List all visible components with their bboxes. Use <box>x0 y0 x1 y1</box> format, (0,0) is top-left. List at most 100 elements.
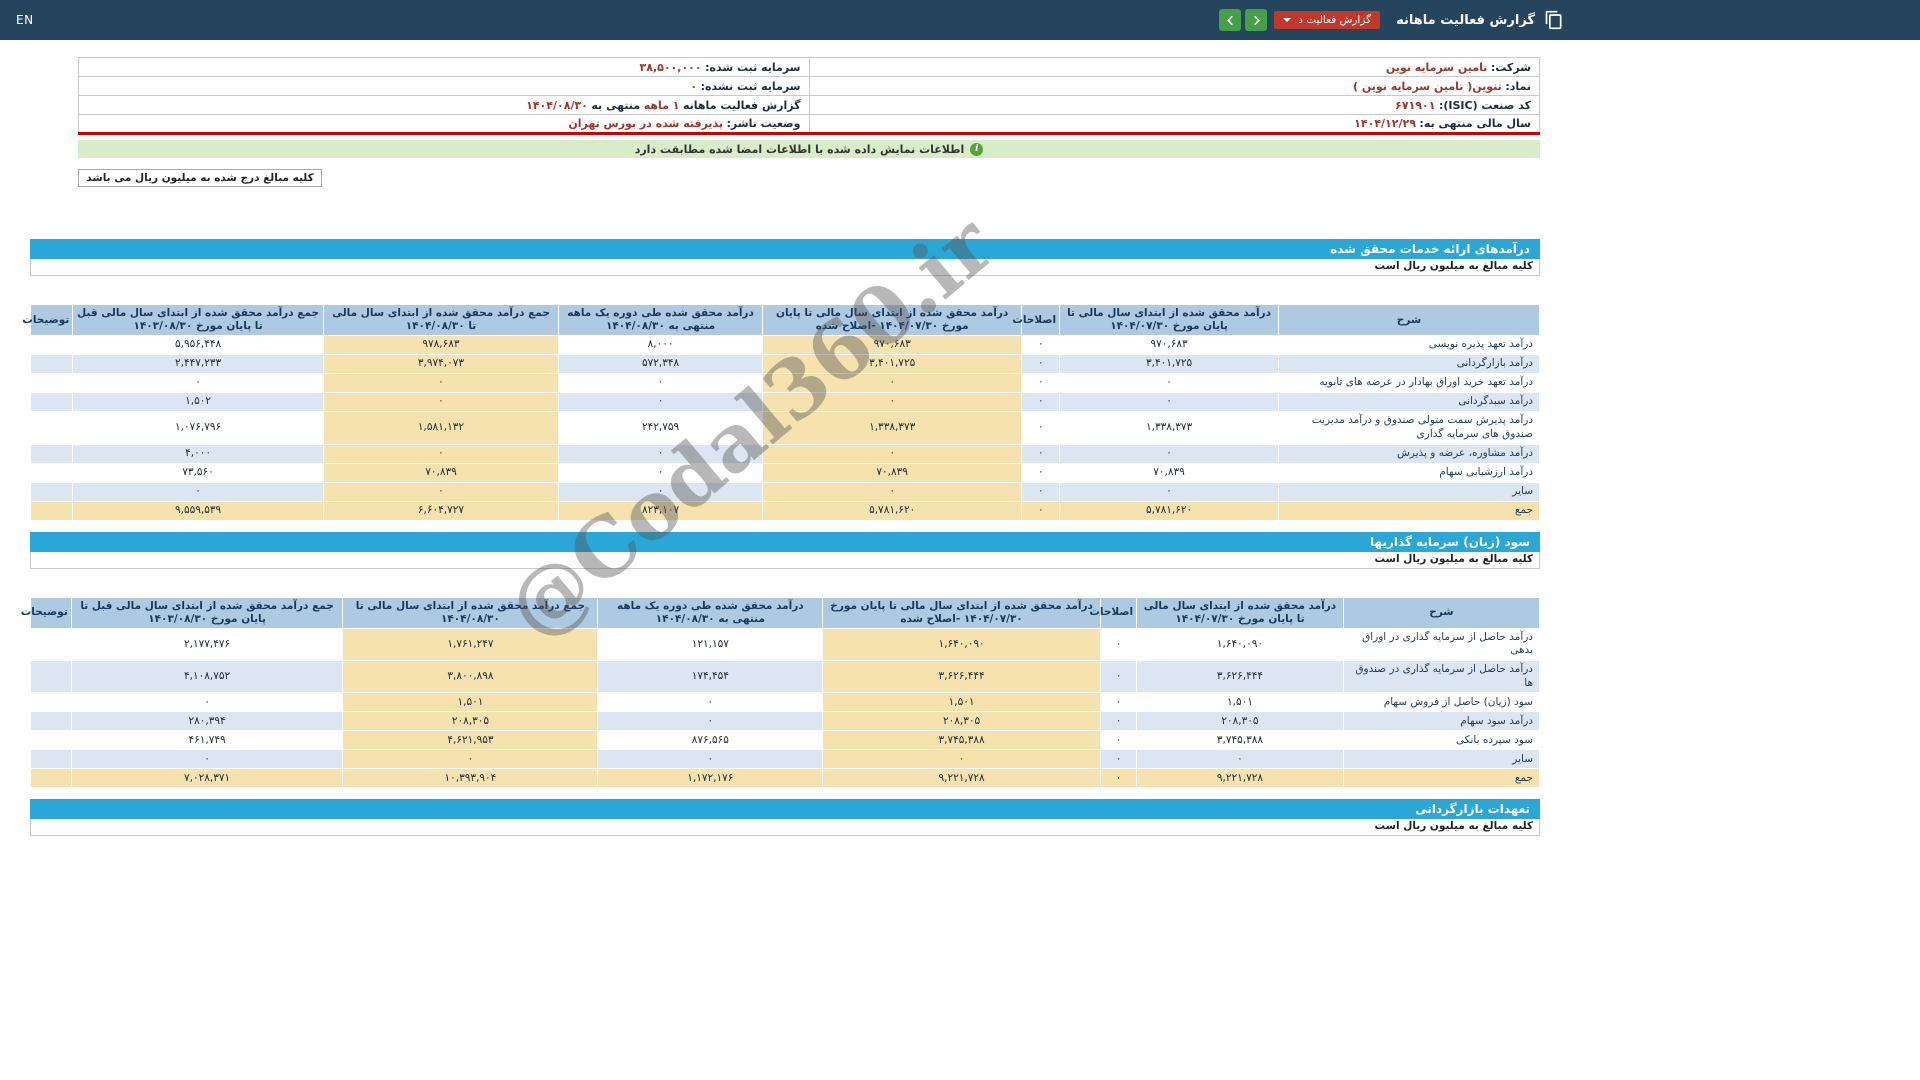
value-cell <box>29 373 74 394</box>
company-info-table: شرکت: تامین سرمایه نوین سرمایه ثبت شده: … <box>78 57 1540 135</box>
value-cell: ۰ <box>1059 481 1279 502</box>
value-cell: ۰ <box>72 481 324 502</box>
topbar: گزارش فعالیت ماهانه گزارش فعالیت د EN <box>0 0 1920 40</box>
row-label: درآمد سود سهام <box>1342 711 1541 732</box>
value-cell: ۲۴۲,۷۵۹ <box>558 411 763 445</box>
value-cell: ۱,۵۰۲ <box>72 392 324 413</box>
page-title: گزارش فعالیت ماهانه <box>1396 12 1535 28</box>
value-cell: ۷,۰۲۸,۳۷۱ <box>70 768 344 789</box>
banner-text: اطلاعات نمایش داده شده با اطلاعات امضا ش… <box>634 142 965 156</box>
meta-report-period: گزارش فعالیت ماهانه ۱ ماهه منتهی به ۱۴۰۴… <box>78 95 810 115</box>
table-row: سود (زیان) حاصل از فروش سهام ۱,۵۰۱ ۰ ۱,۵۰۱ ۰… <box>30 692 1541 713</box>
table-row: سایر ۰ ۰ ۰ ۰ ۰ ۰ <box>29 481 1541 502</box>
value-cell: ۰ <box>1021 373 1061 394</box>
section-services-income: درآمدهای ارائه خدمات محقق شده کلیه مبالغ… <box>22 239 1541 521</box>
table-total-row: جمع ۵,۷۸۱,۶۲۰ ۰ ۵,۷۸۱,۶۲۰ ۸۲۳,۱۰۷ ۶,۶۰۴,۷۲۷ ۹,… <box>29 500 1541 521</box>
value-cell: ۰ <box>72 373 324 394</box>
meta-label: سرمایه ثبت نشده: <box>700 79 801 93</box>
value-cell: ۰ <box>597 711 824 732</box>
value-cell: ۳,۴۰۱,۷۲۵ <box>761 354 1023 375</box>
value-cell: ۰ <box>822 749 1101 770</box>
table-row: درآمد مشاوره، عرضه و پذیرش ۰ ۰ ۰ ۰ ۰ ۴,۰۰۰ <box>29 443 1541 464</box>
value-cell: ۲,۴۴۷,۲۳۳ <box>72 354 324 375</box>
value-cell <box>29 481 74 502</box>
language-switch-en[interactable]: EN <box>16 13 34 27</box>
row-label: سود (زیان) حاصل از فروش سهام <box>1342 692 1541 713</box>
value-cell <box>30 711 72 732</box>
column-header: جمع درآمد محقق شده از ابتدای سال مالی قب… <box>70 596 344 629</box>
row-label: درآمد تعهد پذیره نویسی <box>1277 335 1541 356</box>
value-cell: ۱۷۴,۴۵۴ <box>597 660 824 694</box>
value-cell: ۰ <box>558 443 763 464</box>
report-type-select[interactable]: گزارش فعالیت د <box>1274 11 1381 29</box>
section-investment-income: سود (زیان) سرمایه گذاریها کلیه مبالغ به … <box>21 531 1541 789</box>
value-cell: ۱,۱۷۲,۱۷۶ <box>597 768 824 789</box>
services-income-table: شرح درآمد محقق شده از ابتدای سال مالی تا … <box>22 303 1541 521</box>
value-cell: ۰ <box>1136 749 1344 770</box>
value-cell: ۰ <box>322 481 560 502</box>
value-cell: ۹,۲۲۱,۷۲۸ <box>822 768 1101 789</box>
value-cell: ۳,۶۲۶,۴۴۴ <box>822 660 1101 694</box>
value-cell: ۹۷۸,۶۸۳ <box>322 335 560 356</box>
column-header: درآمد محقق شده از ابتدای سال مالی تا پای… <box>1059 303 1279 337</box>
value-cell: ۷۰,۸۳۹ <box>322 462 560 483</box>
value-cell: ۳,۸۰۰,۸۹۸ <box>342 660 599 694</box>
meta-company: شرکت: تامین سرمایه نوین <box>808 57 1540 77</box>
value-cell: ۰ <box>558 373 763 394</box>
signature-match-banner: i اطلاعات نمایش داده شده با اطلاعات امضا… <box>78 140 1540 158</box>
column-header: توضیحات <box>22 303 74 337</box>
report-type-select-value: گزارش فعالیت د <box>1298 14 1372 26</box>
meta-label: منتهی به <box>591 98 641 112</box>
value-cell: ۸۷۶,۵۶۵ <box>597 730 824 751</box>
column-header: درآمد محقق شده از ابتدای سال مالی تا پای… <box>761 303 1023 337</box>
company-info: شرکت: تامین سرمایه نوین سرمایه ثبت شده: … <box>78 57 1540 135</box>
units-note-box: کلیه مبالغ درج شده به میلیون ریال می باش… <box>78 169 322 187</box>
row-label: جمع <box>1342 768 1541 789</box>
row-label: سود سپرده بانکی <box>1342 730 1541 751</box>
value-cell <box>29 335 74 356</box>
value-cell: ۰ <box>558 392 763 413</box>
row-label: جمع <box>1277 500 1541 521</box>
value-cell: ۰ <box>1099 749 1138 770</box>
table-row: نماد: تنوین( تامین سرمایه نوین ) سرمایه … <box>78 76 1540 96</box>
value-cell: ۰ <box>1059 392 1279 413</box>
meta-value: ۱۴۰۴/۱۲/۲۹ <box>1354 117 1416 130</box>
table-row: درآمد ارزشیابی سهام ۷۰,۸۳۹ ۰ ۷۰,۸۳۹ ۰ ۷۰,۸۳۹ ۷… <box>29 462 1541 483</box>
value-cell: ۰ <box>1059 443 1279 464</box>
column-header: درآمد محقق شده طی دوره یک ماهه منتهی به … <box>558 303 763 337</box>
report-body: درآمدهای ارائه خدمات محقق شده کلیه مبالغ… <box>21 239 1541 837</box>
row-label: درآمد مشاوره، عرضه و پذیرش <box>1277 443 1541 464</box>
value-cell: ۰ <box>1021 335 1061 356</box>
column-header: توضیحات <box>21 596 72 629</box>
meta-fiscal-year-end: سال مالی منتهی به: ۱۴۰۴/۱۲/۲۹ <box>808 114 1540 134</box>
value-cell: ۷۰,۸۳۹ <box>761 462 1023 483</box>
row-label: درآمد سبدگردانی <box>1277 392 1541 413</box>
meta-value: ۶۷۱۹۰۱ <box>1395 98 1436 112</box>
next-report-button[interactable] <box>1245 9 1268 31</box>
meta-label: سال مالی منتهی به: <box>1419 117 1531 130</box>
value-cell: ۰ <box>1021 500 1061 521</box>
value-cell <box>30 692 72 713</box>
value-cell: ۰ <box>558 481 763 502</box>
meta-value: تنوین( تامین سرمایه نوین ) <box>1352 79 1502 93</box>
value-cell: ۴,۱۰۸,۷۵۲ <box>70 660 344 694</box>
table-row: سود سپرده بانکی ۳,۷۴۵,۳۸۸ ۰ ۳,۷۴۵,۳۸۸ ۸۷۶,۵۶… <box>30 730 1541 751</box>
value-cell: ۰ <box>1099 660 1138 694</box>
value-cell: ۰ <box>558 462 763 483</box>
value-cell: ۰ <box>70 749 344 770</box>
value-cell: ۱,۵۰۱ <box>1136 692 1344 713</box>
value-cell: ۱,۶۴۰,۰۹۰ <box>822 627 1101 662</box>
column-header: درآمد محقق شده از ابتدای سال مالی تا پای… <box>1136 596 1344 629</box>
section-title: تعهدات بازارگردانی <box>30 799 1540 820</box>
table-row: درآمد حاصل از سرمایه گذاری در صندوق ها ۳,… <box>30 660 1541 694</box>
value-cell <box>29 500 74 521</box>
value-cell: ۰ <box>761 373 1023 394</box>
value-cell: ۲۰۸,۳۰۵ <box>1136 711 1344 732</box>
section-unit-note: کلیه مبالغ به میلیون ریال است <box>30 551 1540 569</box>
prev-report-button[interactable] <box>1219 9 1242 31</box>
chevron-right-icon <box>1254 15 1260 25</box>
value-cell: ۱,۵۰۱ <box>342 692 599 713</box>
meta-label: نماد: <box>1505 79 1531 93</box>
value-cell <box>30 627 72 662</box>
chevron-left-icon <box>1226 15 1233 25</box>
